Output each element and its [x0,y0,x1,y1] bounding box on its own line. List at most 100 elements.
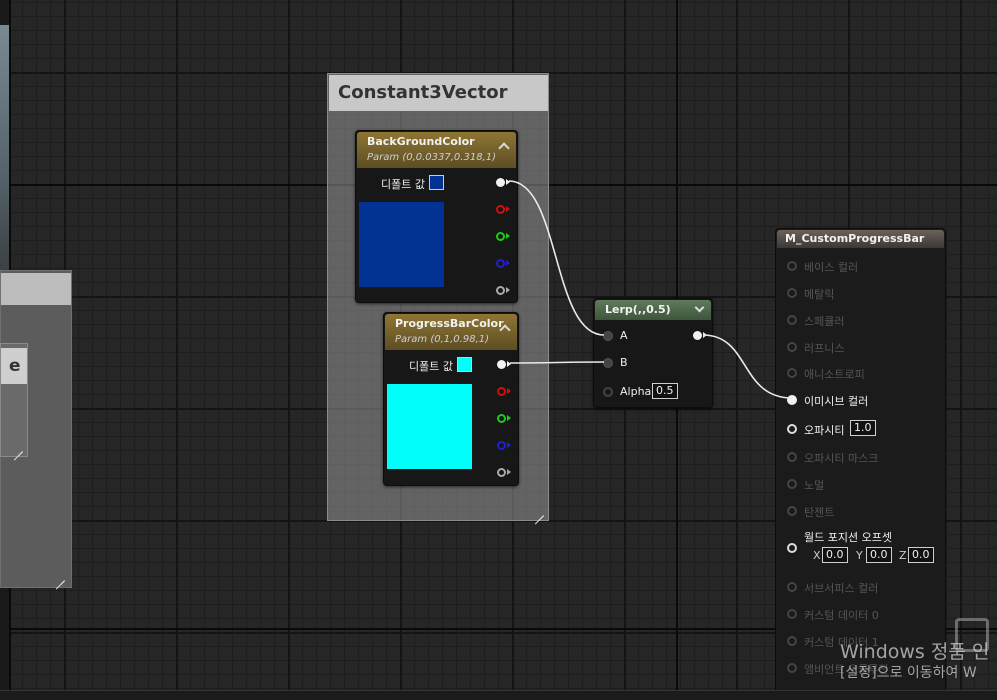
output-pin-r[interactable] [497,387,506,396]
input-pin[interactable] [787,506,797,516]
y-label: Y [856,549,863,562]
pin-label: A [620,329,628,342]
output-pin-a[interactable] [497,468,506,477]
color-swatch[interactable] [457,357,472,372]
comment-title[interactable]: Constant3Vector [329,75,548,111]
pin-arrow-icon [507,442,511,448]
input-pin-alpha[interactable] [603,387,613,397]
input-label: 월드 포지션 오프셋 [804,531,892,544]
output-pin-g[interactable] [496,232,505,241]
input-row-normal[interactable]: 노멀 [776,475,946,493]
output-pin-rgb[interactable] [496,178,505,187]
input-row-tangent[interactable]: 탄젠트 [776,502,946,520]
node-subtitle: Param (0,0.0337,0.318,1) [367,152,496,163]
default-value-label: 디폴트 값 [409,360,453,373]
output-pin-r[interactable] [496,205,505,214]
node-header[interactable]: M_CustomProgressBar [777,230,944,248]
input-pin[interactable] [787,424,797,434]
node-title: M_CustomProgressBar [785,232,925,245]
input-row-anisotropy[interactable]: 애니소트로피 [776,364,946,382]
pin-arrow-icon [506,233,510,239]
opacity-value-field[interactable]: 1.0 [850,420,876,436]
input-pin[interactable] [787,582,797,592]
resize-handle[interactable] [55,571,65,581]
pin-arrow-icon [507,388,511,394]
input-pin-b[interactable] [603,358,613,368]
input-label: 메탈릭 [804,288,835,301]
input-label: 노멀 [804,479,825,492]
comment-box-partial-inner[interactable]: e [0,343,28,457]
input-row-opacity-mask[interactable]: 오파시티 마스크 [776,448,946,466]
input-label: 오파시티 마스크 [804,452,879,465]
output-pin-b[interactable] [496,259,505,268]
pin-label: B [620,356,628,369]
pin-arrow-icon [506,260,510,266]
resize-handle[interactable] [13,442,23,452]
collapse-chevron-icon[interactable] [498,142,510,154]
pin-label: Alpha [620,385,652,398]
vector-parameter-node-progress[interactable]: ProgressBarColor Param (0,1,0.98,1) 디폴트 … [383,312,519,486]
input-row-world-position-offset[interactable]: 월드 포지션 오프셋 X 0.0 Y 0.0 Z 0.0 [776,529,946,569]
color-preview [387,384,472,469]
input-row-opacity[interactable]: 오파시티 1.0 [776,420,946,438]
input-row-metallic[interactable]: 메탈릭 [776,284,946,302]
input-pin[interactable] [787,663,797,673]
pin-arrow-icon [506,179,510,185]
input-pin[interactable] [787,261,797,271]
input-pin[interactable] [787,636,797,646]
node-subtitle: Param (0,1,0.98,1) [395,334,490,345]
comment-header[interactable]: e [1,348,27,384]
input-row-base-color[interactable]: 베이스 컬러 [776,257,946,275]
pin-arrow-icon [703,332,707,338]
chevron-down-icon[interactable] [694,302,705,313]
input-pin[interactable] [787,609,797,619]
lerp-node[interactable]: Lerp(,,0.5) A B Alpha 0.5 [593,298,713,408]
input-row-roughness[interactable]: 러프니스 [776,338,946,356]
output-pin-a[interactable] [496,286,505,295]
input-pin[interactable] [787,395,797,405]
input-row-subsurface-color[interactable]: 서브서피스 컬러 [776,578,946,596]
input-pin[interactable] [787,342,797,352]
input-pin[interactable] [787,452,797,462]
node-title: Lerp(,,0.5) [605,303,671,316]
node-header[interactable]: Lerp(,,0.5) [595,300,711,320]
input-label: 스페큘러 [804,315,845,328]
node-title: BackGroundColor [367,135,475,148]
node-header[interactable]: BackGroundColor Param (0,0.0337,0.318,1) [357,132,516,168]
default-value-label: 디폴트 값 [381,178,425,191]
input-label: 서브서피스 컬러 [804,582,879,595]
input-pin-a[interactable] [603,331,613,341]
input-label: 탄젠트 [804,506,835,519]
input-pin[interactable] [787,315,797,325]
input-row-emissive-color[interactable]: 이미시브 컬러 [776,391,946,409]
output-pin[interactable] [693,331,702,340]
pin-arrow-icon [507,469,511,475]
wpo-z-field[interactable]: 0.0 [908,547,934,563]
graph-canvas[interactable]: e Constant3Vector BackGroundColor Param … [0,0,997,700]
input-pin[interactable] [787,288,797,298]
resize-handle[interactable] [534,506,544,516]
alpha-value-field[interactable]: 0.5 [652,383,678,399]
input-label: 커스텀 데이터 0 [804,609,879,622]
node-title: ProgressBarColor [395,317,504,330]
output-pin-b[interactable] [497,441,506,450]
input-label: 오파시티 [804,424,845,437]
wpo-x-field[interactable]: 0.0 [822,547,848,563]
node-header[interactable]: ProgressBarColor Param (0,1,0.98,1) [385,314,517,350]
watermark-line-1: Windows 정품 인 [840,641,990,663]
output-pin-rgb[interactable] [497,360,506,369]
input-label: 애니소트로피 [804,368,865,381]
input-pin[interactable] [787,479,797,489]
color-swatch[interactable] [429,175,444,190]
material-result-node[interactable]: M_CustomProgressBar 베이스 컬러 메탈릭 스페큘러 러프니스… [775,228,946,700]
input-pin[interactable] [787,368,797,378]
input-row-custom-data-0[interactable]: 커스텀 데이터 0 [776,605,946,623]
input-pin[interactable] [787,543,797,553]
output-pin-g[interactable] [497,414,506,423]
vector-parameter-node-background[interactable]: BackGroundColor Param (0,0.0337,0.318,1)… [355,130,518,303]
watermark-line-2: [설정]으로 이동하여 W [840,665,977,681]
comment-header[interactable] [1,273,71,305]
input-row-specular[interactable]: 스페큘러 [776,311,946,329]
pin-arrow-icon [506,287,510,293]
wpo-y-field[interactable]: 0.0 [866,547,892,563]
